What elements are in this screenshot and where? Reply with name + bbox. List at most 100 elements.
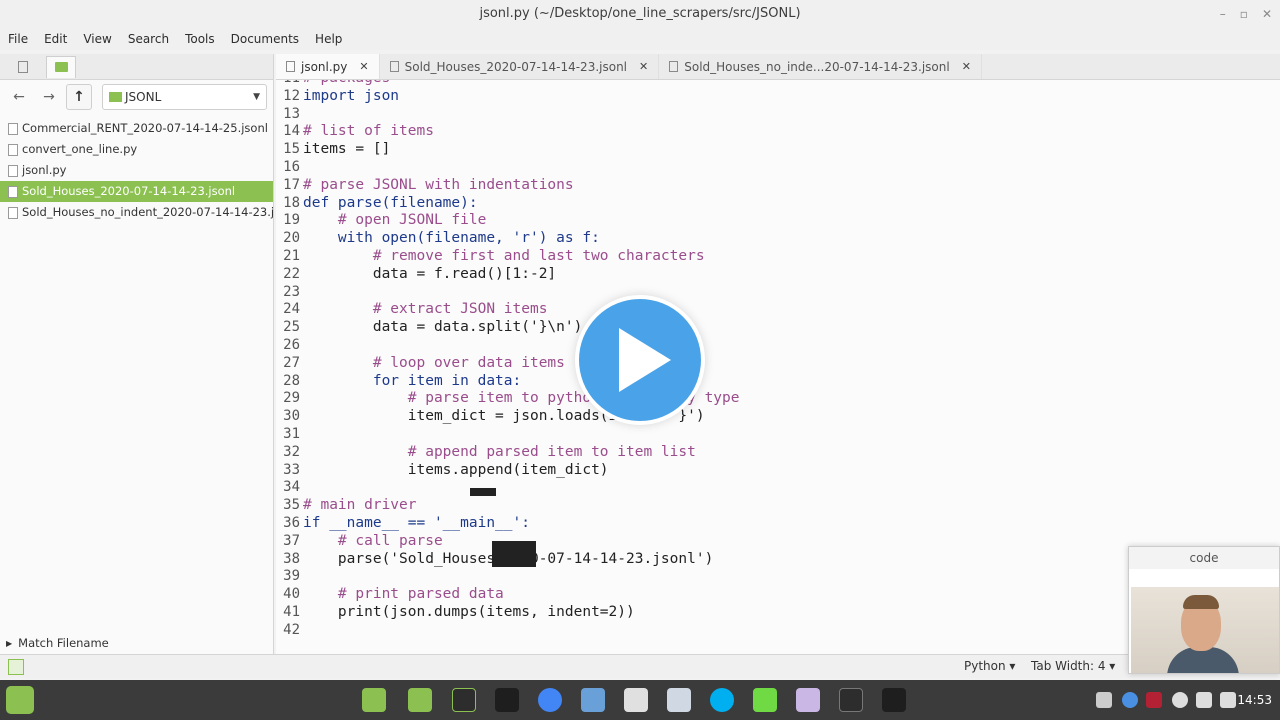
- camera-tray-icon[interactable]: [1096, 692, 1112, 708]
- code-line[interactable]: 21 # remove first and last two character…: [276, 248, 1280, 266]
- file-item[interactable]: jsonl.py: [0, 160, 273, 181]
- files-icon[interactable]: [362, 688, 386, 712]
- menu-documents[interactable]: Documents: [231, 28, 299, 50]
- system-monitor-icon[interactable]: [452, 688, 476, 712]
- skype-icon[interactable]: [710, 688, 734, 712]
- video-play-button[interactable]: [575, 295, 705, 425]
- menu-edit[interactable]: Edit: [44, 28, 67, 50]
- bluetooth-icon[interactable]: [1122, 692, 1138, 708]
- video-artifact: [492, 541, 536, 567]
- line-number: 17: [283, 176, 300, 193]
- side-panel-toggle-icon[interactable]: [8, 659, 24, 675]
- code-line[interactable]: 30 item_dict = json.loads(item + '}'): [276, 408, 1280, 426]
- line-number: 25: [283, 319, 300, 336]
- tab-width-selector[interactable]: Tab Width: 4 ▾: [1031, 659, 1115, 673]
- camera-icon[interactable]: [667, 688, 691, 712]
- file-list: Commercial_RENT_2020-07-14-14-25.jsonl c…: [0, 118, 273, 223]
- keyboard-layout-flag-icon[interactable]: [1146, 692, 1162, 708]
- close-tab-icon[interactable]: ✕: [962, 60, 971, 73]
- file-item[interactable]: Sold_Houses_no_indent_2020-07-14-14-23.j…: [0, 202, 273, 223]
- code-line[interactable]: 22 data = f.read()[1:-2]: [276, 266, 1280, 284]
- code-line[interactable]: 33 items.append(item_dict): [276, 462, 1280, 480]
- menu-view[interactable]: View: [83, 28, 111, 50]
- code-line[interactable]: 14 # list of items: [276, 123, 1280, 141]
- code-line[interactable]: 18 def parse(filename):: [276, 195, 1280, 213]
- video-artifact: [470, 488, 496, 496]
- window-titlebar: jsonl.py (~/Desktop/one_line_scrapers/sr…: [0, 0, 1280, 28]
- menu-help[interactable]: Help: [315, 28, 342, 50]
- line-number: 11: [276, 80, 300, 88]
- code-line[interactable]: 29 # parse item to python dictionary typ…: [276, 390, 1280, 408]
- code-text: # append parsed item to item list: [303, 443, 696, 460]
- code-text: print(json.dumps(items, indent=2)): [303, 603, 635, 620]
- code-line[interactable]: 13: [276, 106, 1280, 124]
- network-app-icon[interactable]: [581, 688, 605, 712]
- line-number: 20: [283, 230, 300, 247]
- code-text: # packages: [303, 80, 390, 86]
- file-item[interactable]: convert_one_line.py: [0, 139, 273, 160]
- up-arrow-icon[interactable]: ↑: [66, 84, 92, 110]
- code-line[interactable]: 20 with open(filename, 'r') as f:: [276, 230, 1280, 248]
- code-line[interactable]: 11# packages: [276, 80, 1280, 88]
- code-text: data = f.read()[1:-2]: [303, 265, 557, 282]
- close-icon[interactable]: ✕: [1262, 0, 1272, 28]
- code-line[interactable]: 31: [276, 426, 1280, 444]
- code-line[interactable]: 32 # append parsed item to item list: [276, 444, 1280, 462]
- tab-sold-houses-no-indent[interactable]: Sold_Houses_no_inde...20-07-14-14-23.jso…: [659, 54, 982, 79]
- window-icon[interactable]: [839, 688, 863, 712]
- file-item[interactable]: Commercial_RENT_2020-07-14-14-25.jsonl: [0, 118, 273, 139]
- back-arrow-icon[interactable]: ←: [6, 84, 32, 110]
- code-text: # parse JSONL with indentations: [303, 176, 574, 193]
- code-line[interactable]: 34: [276, 479, 1280, 497]
- chrome-icon[interactable]: [538, 688, 562, 712]
- code-line[interactable]: 12 import json: [276, 88, 1280, 106]
- folder-path-select[interactable]: JSONL ▼: [102, 84, 267, 110]
- match-filename-toggle[interactable]: ▶ Match Filename: [0, 632, 274, 654]
- code-line[interactable]: 28 for item in data:: [276, 373, 1280, 391]
- code-line[interactable]: 15 items = []: [276, 141, 1280, 159]
- line-number: 19: [283, 212, 300, 229]
- code-text: data = data.split('}\n'): [303, 319, 583, 336]
- code-line[interactable]: 25 data = data.split('}\n'): [276, 319, 1280, 337]
- code-line[interactable]: 36 if __name__ == '__main__':: [276, 515, 1280, 533]
- mint-menu-icon[interactable]: [6, 686, 34, 714]
- language-selector[interactable]: Python ▾: [964, 659, 1015, 673]
- menu-file[interactable]: File: [8, 28, 28, 50]
- code-line[interactable]: 17 # parse JSONL with indentations: [276, 177, 1280, 195]
- menu-tools[interactable]: Tools: [185, 28, 215, 50]
- battery-icon[interactable]: [1220, 692, 1236, 708]
- document-icon: [286, 61, 295, 72]
- close-tab-icon[interactable]: ✕: [359, 60, 368, 73]
- code-line[interactable]: 26: [276, 337, 1280, 355]
- folder-icon[interactable]: [408, 688, 432, 712]
- tab-file-browser[interactable]: [46, 55, 76, 78]
- document-icon: [389, 61, 399, 72]
- maximize-icon[interactable]: ▫: [1240, 0, 1248, 28]
- terminal-icon[interactable]: [495, 688, 519, 712]
- line-number: 13: [283, 105, 300, 122]
- line-number: 30: [283, 408, 300, 425]
- text-editor-icon[interactable]: [796, 688, 820, 712]
- close-tab-icon[interactable]: ✕: [639, 60, 648, 73]
- tab-documents[interactable]: [8, 56, 38, 78]
- upwork-icon[interactable]: [753, 688, 777, 712]
- volume-icon[interactable]: [1196, 692, 1212, 708]
- forward-arrow-icon[interactable]: →: [36, 84, 62, 110]
- menu-search[interactable]: Search: [128, 28, 169, 50]
- line-number: 31: [283, 425, 300, 442]
- code-line[interactable]: 35 # main driver: [276, 497, 1280, 515]
- minimize-icon[interactable]: –: [1220, 0, 1226, 28]
- wifi-icon[interactable]: [1172, 692, 1188, 708]
- code-line[interactable]: 24 # extract JSON items: [276, 301, 1280, 319]
- tab-sold-houses[interactable]: Sold_Houses_2020-07-14-14-23.jsonl ✕: [380, 54, 660, 79]
- file-item-selected[interactable]: Sold_Houses_2020-07-14-14-23.jsonl: [0, 181, 273, 202]
- code-line[interactable]: 19 # open JSONL file: [276, 212, 1280, 230]
- calculator-icon[interactable]: [624, 688, 648, 712]
- code-line[interactable]: 16: [276, 159, 1280, 177]
- line-number: 32: [283, 443, 300, 460]
- code-line[interactable]: 27 # loop over data items: [276, 355, 1280, 373]
- code-line[interactable]: 23: [276, 284, 1280, 302]
- code-text: # main driver: [303, 497, 417, 514]
- tab-jsonl-py[interactable]: jsonl.py ✕: [276, 54, 380, 79]
- terminal-icon[interactable]: [882, 688, 906, 712]
